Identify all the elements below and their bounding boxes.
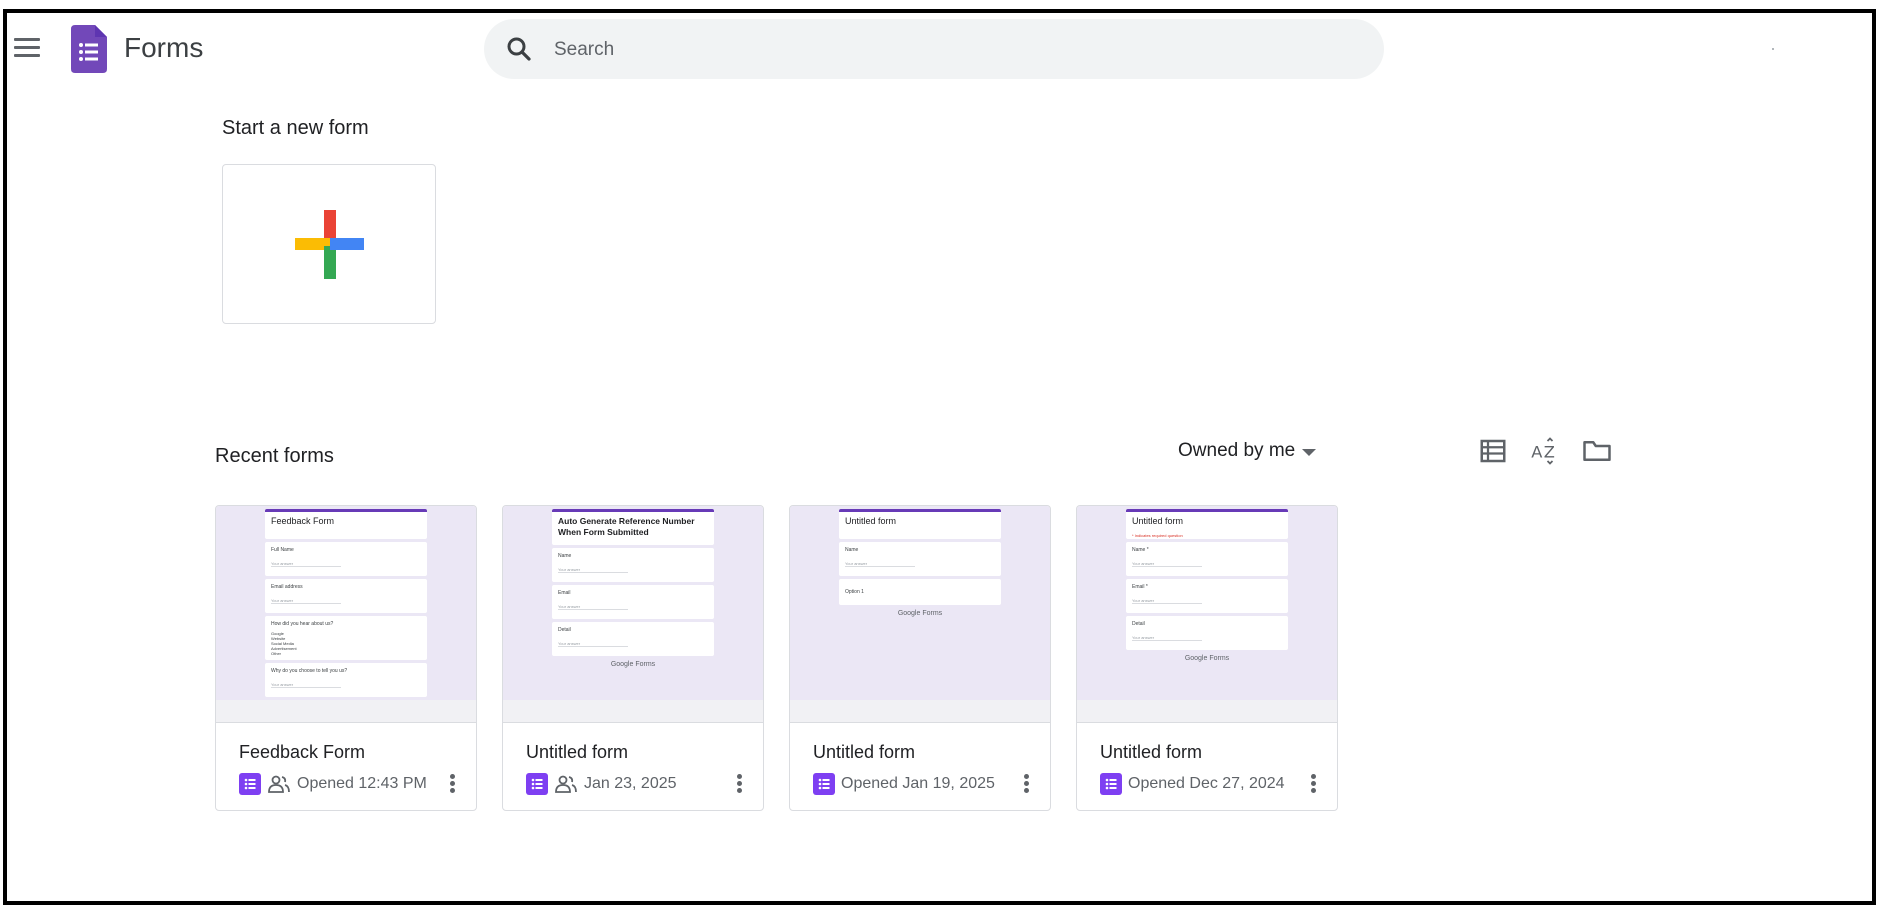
thumb-answer: Your answer (1132, 598, 1202, 604)
thumb-question: Why do you choose to tell you us? (271, 668, 348, 674)
form-meta: Opened Jan 19, 2025 (813, 772, 995, 796)
thumb-divider (790, 700, 1050, 723)
account-indicator (1772, 48, 1774, 50)
form-thumbnail: Feedback Form Full Name Your answer Email… (216, 506, 476, 700)
form-type-icon (239, 773, 261, 795)
list-view-icon[interactable] (1478, 436, 1508, 466)
thumb-question: Email address (271, 584, 303, 590)
form-date: Opened Jan 19, 2025 (841, 775, 995, 792)
thumb-answer: Your answer (558, 604, 628, 610)
form-thumbnail: Untitled form * Indicates required quest… (1077, 506, 1337, 700)
form-meta: Opened Dec 27, 2024 (1100, 772, 1285, 796)
recent-forms-heading: Recent forms (215, 445, 334, 467)
svg-text:A: A (1531, 442, 1542, 461)
main-menu-button[interactable] (14, 38, 40, 60)
search-icon[interactable] (504, 34, 534, 64)
thumb-question: Detail (558, 627, 571, 633)
thumb-header: Feedback Form (265, 509, 427, 539)
thumb-footer: Google Forms (897, 610, 943, 617)
people-icon (554, 774, 578, 794)
thumb-header-block: Untitled form * Indicates required quest… (1126, 509, 1288, 539)
form-thumbnail: Untitled form Name Your answer Option 1 G… (790, 506, 1050, 700)
thumb-question: Email (558, 590, 571, 596)
thumb-header: Untitled form (839, 509, 1001, 539)
form-type-icon (813, 773, 835, 795)
thumb-answer: Your answer (271, 561, 341, 567)
plus-icon (293, 208, 366, 281)
chevron-down-icon[interactable] (1302, 449, 1316, 456)
thumb-divider (503, 700, 763, 723)
thumb-question: Full Name (271, 547, 294, 553)
owner-filter-dropdown[interactable]: Owned by me (1178, 440, 1295, 462)
thumb-answer: Your answer (845, 561, 915, 567)
form-title: Untitled form (1100, 742, 1203, 762)
app-name: Forms (124, 32, 204, 63)
thumb-footer: Google Forms (1184, 655, 1230, 662)
thumb-answer: Your answer (558, 641, 628, 647)
thumb-question: Email * (1132, 584, 1148, 590)
thumb-question: Detail (1132, 621, 1145, 627)
search-input[interactable] (552, 32, 1316, 68)
recent-form-card[interactable]: Untitled form Name Your answer Option 1 G… (789, 505, 1051, 811)
svg-text:Z: Z (1544, 442, 1555, 461)
sort-az-icon[interactable]: A Z (1530, 436, 1560, 466)
thumb-required-note: * Indicates required question (1132, 533, 1183, 538)
thumb-footer: Google Forms (610, 661, 656, 668)
folder-icon[interactable] (1582, 436, 1612, 466)
thumb-answer: Your answer (558, 567, 628, 573)
thumb-question: Name (845, 547, 859, 553)
form-meta: Jan 23, 2025 (526, 772, 677, 796)
thumb-answer: Your answer (271, 682, 341, 688)
form-title: Untitled form (813, 742, 916, 762)
recent-form-card[interactable]: Untitled form * Indicates required quest… (1076, 505, 1338, 811)
thumb-question: Option 1 (845, 589, 864, 595)
more-vert-icon[interactable] (1309, 772, 1317, 796)
thumb-question: Name (558, 553, 572, 559)
thumb-answer: Your answer (1132, 561, 1202, 567)
thumb-divider (216, 700, 476, 723)
people-icon (267, 774, 291, 794)
form-type-icon (526, 773, 548, 795)
forms-logo-icon[interactable] (71, 25, 107, 73)
more-vert-icon[interactable] (1022, 772, 1030, 796)
thumb-header: Untitled form (1132, 516, 1184, 526)
form-date: Jan 23, 2025 (584, 775, 677, 792)
thumb-answer: Your answer (1132, 635, 1202, 641)
thumb-divider (1077, 700, 1337, 723)
thumb-answer: Your answer (271, 598, 341, 604)
more-vert-icon[interactable] (448, 772, 456, 796)
form-date: Opened Dec 27, 2024 (1128, 775, 1285, 792)
form-title: Untitled form (526, 742, 629, 762)
more-vert-icon[interactable] (735, 772, 743, 796)
thumb-header: Auto Generate Reference Number When Form… (552, 509, 714, 545)
form-meta: Opened 12:43 PM (239, 772, 427, 796)
form-thumbnail: Auto Generate Reference Number When Form… (503, 506, 763, 700)
start-new-form-heading: Start a new form (222, 117, 369, 139)
thumb-option: Other (271, 651, 282, 656)
thumb-question: How did you hear about us? (271, 621, 334, 627)
recent-form-card[interactable]: Auto Generate Reference Number When Form… (502, 505, 764, 811)
form-type-icon (1100, 773, 1122, 795)
thumb-question: Name * (1132, 547, 1149, 553)
recent-form-card[interactable]: Feedback Form Full Name Your answer Email… (215, 505, 477, 811)
form-title: Feedback Form (239, 742, 366, 762)
form-date: Opened 12:43 PM (297, 775, 427, 792)
